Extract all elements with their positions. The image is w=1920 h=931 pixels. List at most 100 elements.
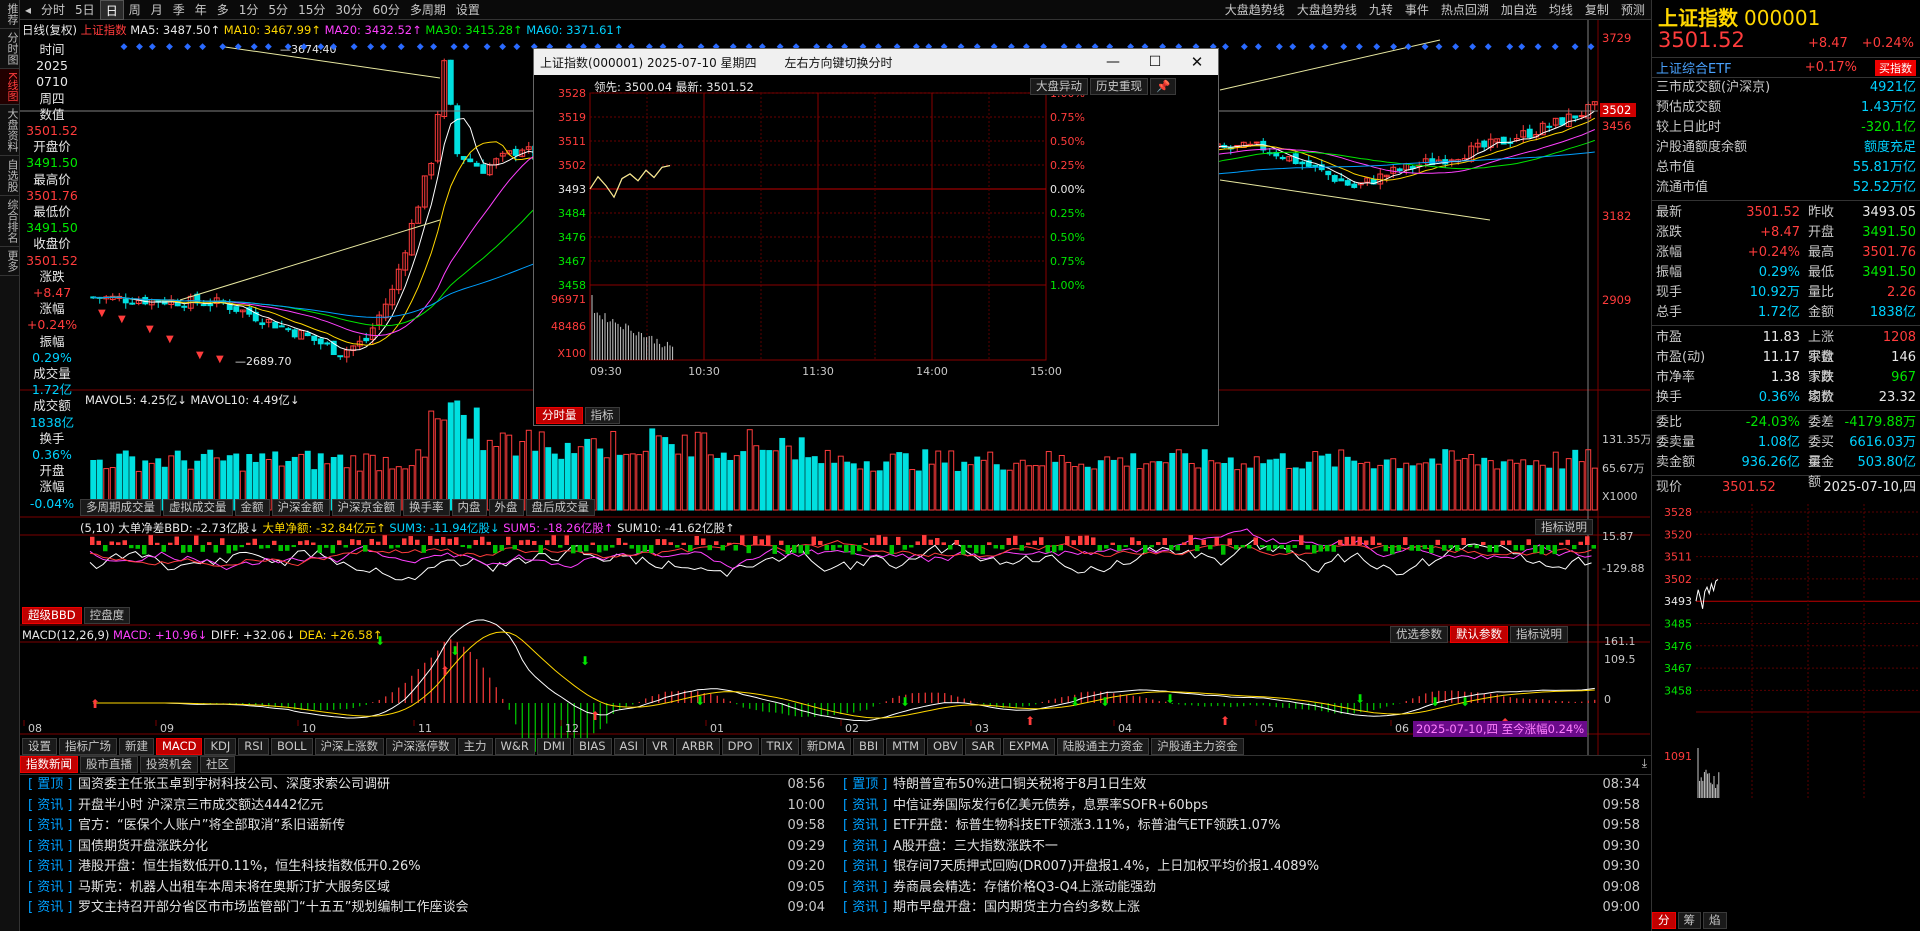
vol-tab-2[interactable]: 金额 [234,499,270,516]
news-item[interactable]: [ 资讯 ] 期市早盘开盘：国内期货主力合约多数上涨 09:00 [835,898,1650,919]
bbd-help-button[interactable]: 指标说明 [1535,519,1593,535]
bbd-tab-1[interactable]: 控盘度 [83,607,131,624]
ind-tab-20[interactable]: MTM [886,738,926,755]
history-replay-button[interactable]: 历史重现 [1090,78,1148,95]
period-button-9[interactable]: 5分 [263,0,293,20]
news-item[interactable]: [ 资讯 ] 港股开盘：恒生指数低开0.11%，恒生科技指数低开0.26% 09:2… [20,857,835,878]
period-button-7[interactable]: 多 [212,0,234,20]
mini-tab-1[interactable]: 筹 [1677,912,1701,929]
ind-tab-22[interactable]: SAR [965,738,1001,755]
news-headline[interactable]: 罗文主持召开部分省区市市场监管部门“十五五”规划编制工作座谈会 [78,898,775,919]
close-icon[interactable]: ✕ [1176,53,1218,71]
news-headline[interactable]: 国资委主任张玉卓到宇树科技公司、深度求索公司调研 [78,775,775,796]
news-headline[interactable]: 期市早盘开盘：国内期货主力合约多数上涨 [893,898,1590,919]
vol-tab-4[interactable]: 沪深京金额 [331,499,401,516]
minimize-icon[interactable]: — [1092,54,1134,70]
news-item[interactable]: [ 资讯 ] ETF开盘：标普生物科技ETF领涨3.11%，标普油气ETF领跌1.… [835,816,1650,837]
ind-tab-19[interactable]: BBI [852,738,885,755]
news-headline[interactable]: 港股开盘：恒生指数低开0.11%，恒生科技指数低开0.26% [78,857,775,878]
period-button-0[interactable]: 分时 [36,0,70,20]
sidebar-item-6[interactable]: 更多 [0,247,19,277]
popup-tab-1[interactable]: 指标 [584,407,620,424]
toolbar-item-1[interactable]: 大盘趋势线 [1292,0,1362,20]
ind-tab-7[interactable]: 沪深上涨数 [314,738,385,755]
ind-tab-0[interactable]: 设置 [22,738,57,755]
mini-tab-0[interactable]: 分 [1652,912,1676,929]
sidebar-item-4[interactable]: 自选股 [0,156,19,197]
pin-icon[interactable]: 📌 [1150,78,1177,95]
news-headline[interactable]: 马斯克：机器人出租车本周末将在奥斯汀扩大服务区域 [78,878,775,899]
period-button-11[interactable]: 30分 [330,0,367,20]
intraday-chart[interactable]: 3528 1.00% 3519 0.75% 3511 0.50% 3502 0.25% 3493… [534,75,1218,425]
sidebar-item-5[interactable]: 综合排名 [0,196,19,248]
period-button-13[interactable]: 多周期 [405,0,451,20]
ind-tab-12[interactable]: BIAS [573,738,612,755]
etf-name[interactable]: 上证综合ETF [1656,58,1732,77]
period-button-8[interactable]: 1分 [234,0,264,20]
toolbar-item-0[interactable]: 大盘趋势线 [1220,0,1290,20]
news-item[interactable]: [ 资讯 ] 中信证券国际发行6亿美元债券，息票率SOFR+60bps 09:58 [835,796,1650,817]
macd-btn-2[interactable]: 指标说明 [1510,626,1568,643]
toolbar-item-2[interactable]: 九转 [1364,0,1398,20]
buy-index-button[interactable]: 买指数 [1875,59,1916,76]
news-headline[interactable]: ETF开盘：标普生物科技ETF领涨3.11%，标普油气ETF领跌1.07% [893,816,1590,837]
ind-tab-8[interactable]: 沪深涨停数 [386,738,456,755]
intraday-popup[interactable]: 上证指数(000001) 2025-07-10 星期四 左右方向键切换分时 — … [533,48,1219,426]
news-item[interactable]: [ 资讯 ] 银存间7天质押式回购(DR007)开盘报1.4%，上日加权平均价报1… [835,857,1650,878]
ind-tab-23[interactable]: EXPMA [1002,738,1055,755]
news-headline[interactable]: 国债期货开盘涨跌分化 [78,837,775,858]
etf-line[interactable]: 上证综合ETF +0.17% 买指数 [1652,58,1920,78]
news-item[interactable]: [ 资讯 ] 券商晨会精选：存储价格Q3-Q4上涨动能强劲 09:08 [835,878,1650,899]
market-move-button[interactable]: 大盘异动 [1030,78,1088,95]
ind-tab-17[interactable]: TRIX [760,738,799,755]
news-item[interactable]: [ 置顶 ] 特朗普宣布50%进口铜关税将于8月1日生效 08:34 [835,775,1650,796]
period-button-5[interactable]: 季 [168,0,190,20]
ind-tab-10[interactable]: W&R [494,738,535,755]
news-tab-0[interactable]: 指数新闻 [20,756,78,773]
period-button-12[interactable]: 60分 [368,0,405,20]
toolbar-item-3[interactable]: 事件 [1400,0,1434,20]
news-tab-3[interactable]: 社区 [200,756,235,773]
download-icon[interactable]: ⤓ [1642,756,1647,771]
vol-tab-5[interactable]: 换手率 [403,499,450,516]
vol-tab-6[interactable]: 内盘 [451,499,487,516]
period-button-1[interactable]: 5日 [70,0,100,20]
ind-tab-25[interactable]: 沪股通主力资金 [1151,738,1244,755]
ind-tab-9[interactable]: 主力 [457,738,493,755]
news-tab-2[interactable]: 投资机会 [140,756,198,773]
sidebar-item-2[interactable]: K线图 [0,69,19,106]
news-headline[interactable]: 中信证券国际发行6亿美元债券，息票率SOFR+60bps [893,796,1590,817]
mini-tab-2[interactable]: 焰 [1703,912,1727,929]
ind-tab-6[interactable]: BOLL [270,738,313,755]
period-button-14[interactable]: 设置 [451,0,485,20]
vol-tab-7[interactable]: 外盘 [488,499,524,516]
ind-tab-3[interactable]: MACD [156,738,203,755]
news-item[interactable]: [ 置顶 ] 国资委主任张玉卓到宇树科技公司、深度求索公司调研 08:56 [20,775,835,796]
macd-btn-0[interactable]: 优选参数 [1390,626,1448,643]
news-headline[interactable]: 官方：“医保个人账户”将全部取消”系旧谣新传 [78,816,775,837]
vol-tab-8[interactable]: 盘后成交量 [525,499,595,516]
sidebar-item-3[interactable]: 大盘资料 [0,105,19,157]
news-headline[interactable]: 开盘半小时 沪深京三市成交额达4442亿元 [78,796,775,817]
ind-tab-14[interactable]: VR [646,738,674,755]
ind-tab-4[interactable]: KDJ [204,738,237,755]
news-headline[interactable]: 券商晨会精选：存储价格Q3-Q4上涨动能强劲 [893,878,1590,899]
ind-tab-15[interactable]: ARBR [675,738,720,755]
ind-tab-13[interactable]: ASI [613,738,645,755]
popup-titlebar[interactable]: 上证指数(000001) 2025-07-10 星期四 左右方向键切换分时 — … [534,49,1218,75]
news-item[interactable]: [ 资讯 ] 罗文主持召开部分省区市市场监管部门“十五五”规划编制工作座谈会 09:… [20,898,835,919]
vol-tab-0[interactable]: 多周期成交量 [80,499,161,516]
period-button-6[interactable]: 年 [190,0,212,20]
vol-tab-3[interactable]: 沪深金额 [271,499,330,516]
ind-tab-18[interactable]: 新DMA [800,738,851,755]
news-item[interactable]: [ 资讯 ] 国债期货开盘涨跌分化 09:29 [20,837,835,858]
period-button-10[interactable]: 15分 [293,0,330,20]
news-headline[interactable]: 银存间7天质押式回购(DR007)开盘报1.4%，上日加权平均价报1.4089% [893,857,1590,878]
popup-tab-0[interactable]: 分时量 [536,407,583,424]
menu-arrow-icon[interactable]: ◂ [20,0,36,20]
macd-btn-1[interactable]: 默认参数 [1450,626,1508,643]
sidebar-item-0[interactable]: 推荐 [0,0,19,29]
bbd-tab-0[interactable]: 超级BBD [22,607,82,624]
ind-tab-2[interactable]: 新建 [119,738,154,755]
vol-tab-1[interactable]: 虚拟成交量 [163,499,233,516]
